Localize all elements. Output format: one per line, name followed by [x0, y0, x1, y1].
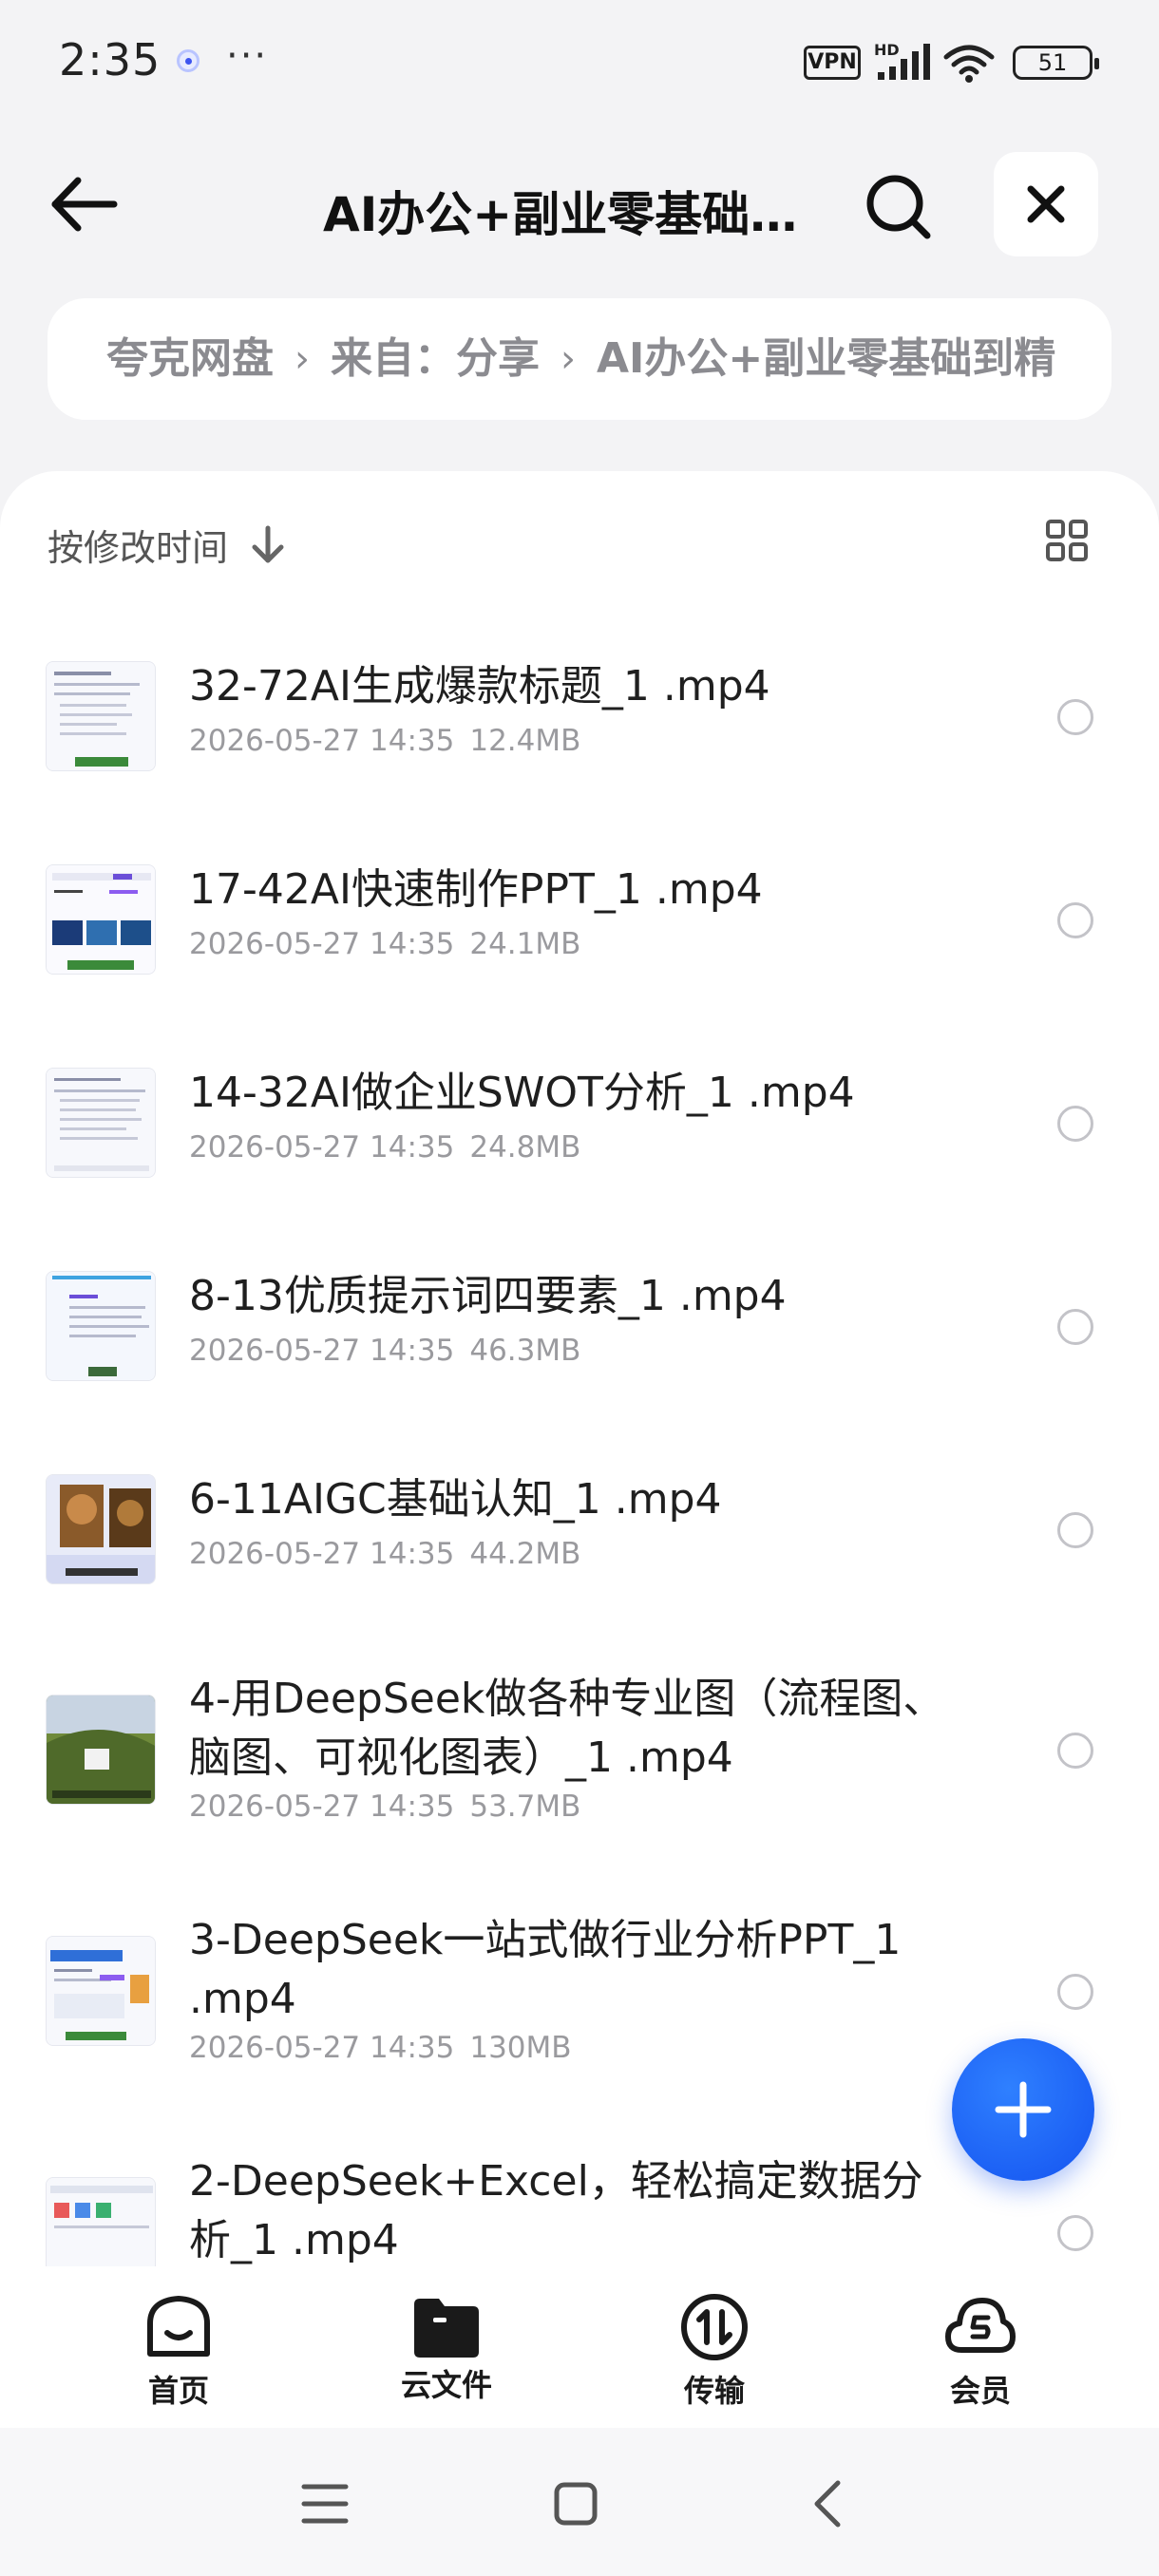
cellular-signal-icon: HD — [874, 41, 930, 80]
back-button[interactable] — [48, 171, 124, 237]
breadcrumb-item-current[interactable]: AI办公+副业零基础到精 — [597, 298, 1055, 420]
nav-item-member[interactable]: 会员 — [885, 2266, 1075, 2428]
folder-icon — [414, 2299, 479, 2358]
video-thumbnail — [46, 1936, 156, 2046]
file-row[interactable]: 14-32AI做企业SWOT分析_1 .mp4 2026-05-27 14:35… — [0, 1068, 1159, 1272]
nav-label: 传输 — [683, 2373, 745, 2409]
file-name: 2-DeepSeek+Excel，轻松搞定数据分析_1 .mp4 — [189, 2157, 923, 2264]
search-icon — [866, 175, 931, 239]
file-meta: 2026-05-27 14:35 46.3MB — [189, 1334, 596, 1368]
file-size: 12.4MB — [469, 724, 581, 758]
file-row[interactable]: 2-DeepSeek+Excel，轻松搞定数据分析_1 .mp4 — [0, 2157, 1159, 2266]
nav-item-cloud-files[interactable]: 云文件 — [352, 2266, 542, 2428]
sort-button[interactable]: 按修改时间 — [48, 519, 228, 571]
video-thumbnail — [46, 864, 156, 975]
member-icon — [945, 2298, 1016, 2353]
home-icon — [147, 2296, 210, 2357]
file-row[interactable]: 17-42AI快速制作PPT_1 .mp4 2026-05-27 14:35 24… — [0, 864, 1159, 1069]
select-radio[interactable] — [1057, 1309, 1093, 1345]
wifi-icon — [943, 45, 995, 83]
video-thumbnail — [46, 2177, 156, 2266]
select-radio[interactable] — [1057, 1512, 1093, 1548]
close-button[interactable] — [994, 152, 1098, 256]
select-radio[interactable] — [1057, 902, 1093, 938]
add-button[interactable] — [952, 2038, 1094, 2181]
select-radio[interactable] — [1057, 2215, 1093, 2251]
file-meta: 2026-05-27 14:35 130MB — [189, 2031, 587, 2065]
file-name: 4-用DeepSeek做各种专业图（流程图、脑图、可视化图表）_1 .mp4 — [189, 1675, 945, 1782]
notification-app-icon — [177, 49, 200, 72]
select-radio[interactable] — [1057, 1106, 1093, 1142]
file-size: 46.3MB — [469, 1334, 581, 1368]
status-bar: 2:35 ··· VPN HD 51 — [0, 0, 1159, 123]
home-square-icon[interactable] — [547, 2475, 604, 2532]
select-radio[interactable] — [1057, 699, 1093, 735]
search-button[interactable] — [861, 169, 937, 245]
file-date: 2026-05-27 14:35 — [189, 1790, 455, 1824]
file-date: 2026-05-27 14:35 — [189, 2031, 455, 2065]
video-thumbnail — [46, 661, 156, 771]
file-size: 130MB — [469, 2031, 572, 2065]
file-size: 24.8MB — [469, 1130, 581, 1165]
arrow-down-icon[interactable] — [249, 524, 287, 566]
file-name: 6-11AIGC基础认知_1 .mp4 — [189, 1475, 722, 1524]
nav-label: 首页 — [147, 2373, 209, 2409]
video-thumbnail — [46, 1474, 156, 1584]
file-meta: 2026-05-27 14:35 24.1MB — [189, 927, 596, 961]
select-radio[interactable] — [1057, 1974, 1093, 2010]
file-size: 53.7MB — [469, 1790, 581, 1824]
chevron-right-icon: › — [560, 337, 576, 381]
breadcrumb-item-root[interactable]: 夸克网盘 — [106, 298, 274, 420]
nav-item-home[interactable]: 首页 — [84, 2266, 274, 2428]
file-date: 2026-05-27 14:35 — [189, 1130, 455, 1165]
vpn-icon: VPN — [804, 46, 861, 80]
file-date: 2026-05-27 14:35 — [189, 1537, 455, 1571]
breadcrumb: 夸克网盘 › 来自：分享 › AI办公+副业零基础到精 — [48, 298, 1112, 420]
video-thumbnail — [46, 1271, 156, 1381]
system-nav-bar — [0, 2428, 1159, 2576]
select-radio[interactable] — [1057, 1733, 1093, 1769]
file-list-panel: 按修改时间 32-72AI生成爆款标题_1 .mp4 2026-05-27 14… — [0, 471, 1159, 2266]
battery-icon: 51 — [1013, 46, 1099, 80]
file-meta: 2026-05-27 14:35 12.4MB — [189, 724, 596, 758]
nav-label: 云文件 — [400, 2367, 492, 2403]
menu-icon[interactable] — [296, 2475, 353, 2532]
svg-text:HD: HD — [874, 41, 900, 59]
file-name: 14-32AI做企业SWOT分析_1 .mp4 — [189, 1069, 855, 1117]
status-time: 2:35 — [59, 34, 162, 85]
file-size: 24.1MB — [469, 927, 581, 961]
close-icon — [1027, 185, 1065, 223]
file-meta: 2026-05-27 14:35 53.7MB — [189, 1790, 596, 1824]
file-row[interactable]: 32-72AI生成爆款标题_1 .mp4 2026-05-27 14:35 12.… — [0, 661, 1159, 865]
file-name: 3-DeepSeek一站式做行业分析PPT_1 .mp4 — [189, 1916, 902, 2023]
file-date: 2026-05-27 14:35 — [189, 927, 455, 961]
file-date: 2026-05-27 14:35 — [189, 724, 455, 758]
nav-label: 会员 — [949, 2373, 1011, 2409]
file-name: 8-13优质提示词四要素_1 .mp4 — [189, 1272, 787, 1320]
chevron-right-icon: › — [294, 337, 310, 381]
video-thumbnail — [46, 1068, 156, 1178]
file-name: 17-42AI快速制作PPT_1 .mp4 — [189, 865, 763, 914]
file-size: 44.2MB — [469, 1537, 581, 1571]
file-row[interactable]: 4-用DeepSeek做各种专业图（流程图、脑图、可视化图表）_1 .mp4 2… — [0, 1675, 1159, 1924]
page-title: AI办公+副业零基础... — [323, 187, 798, 242]
file-row[interactable]: 6-11AIGC基础认知_1 .mp4 2026-05-27 14:35 44.2… — [0, 1474, 1159, 1678]
file-date: 2026-05-27 14:35 — [189, 1334, 455, 1368]
arrow-left-icon — [51, 177, 118, 232]
plus-icon — [995, 2081, 1052, 2138]
file-meta: 2026-05-27 14:35 44.2MB — [189, 1537, 596, 1571]
breadcrumb-item-share[interactable]: 来自：分享 — [331, 298, 540, 420]
grid-view-icon[interactable] — [1045, 519, 1089, 562]
file-row[interactable]: 8-13优质提示词四要素_1 .mp4 2026-05-27 14:35 46.3… — [0, 1271, 1159, 1475]
nav-item-transfer[interactable]: 传输 — [619, 2266, 809, 2428]
file-meta: 2026-05-27 14:35 24.8MB — [189, 1130, 596, 1165]
system-back-icon[interactable] — [800, 2475, 857, 2532]
bottom-nav: 首页 云文件 传输 会员 — [0, 2266, 1159, 2428]
video-thumbnail — [46, 1695, 156, 1805]
file-name: 32-72AI生成爆款标题_1 .mp4 — [189, 662, 770, 710]
status-more-indicator: ··· — [226, 34, 269, 78]
transfer-icon — [681, 2294, 748, 2360]
